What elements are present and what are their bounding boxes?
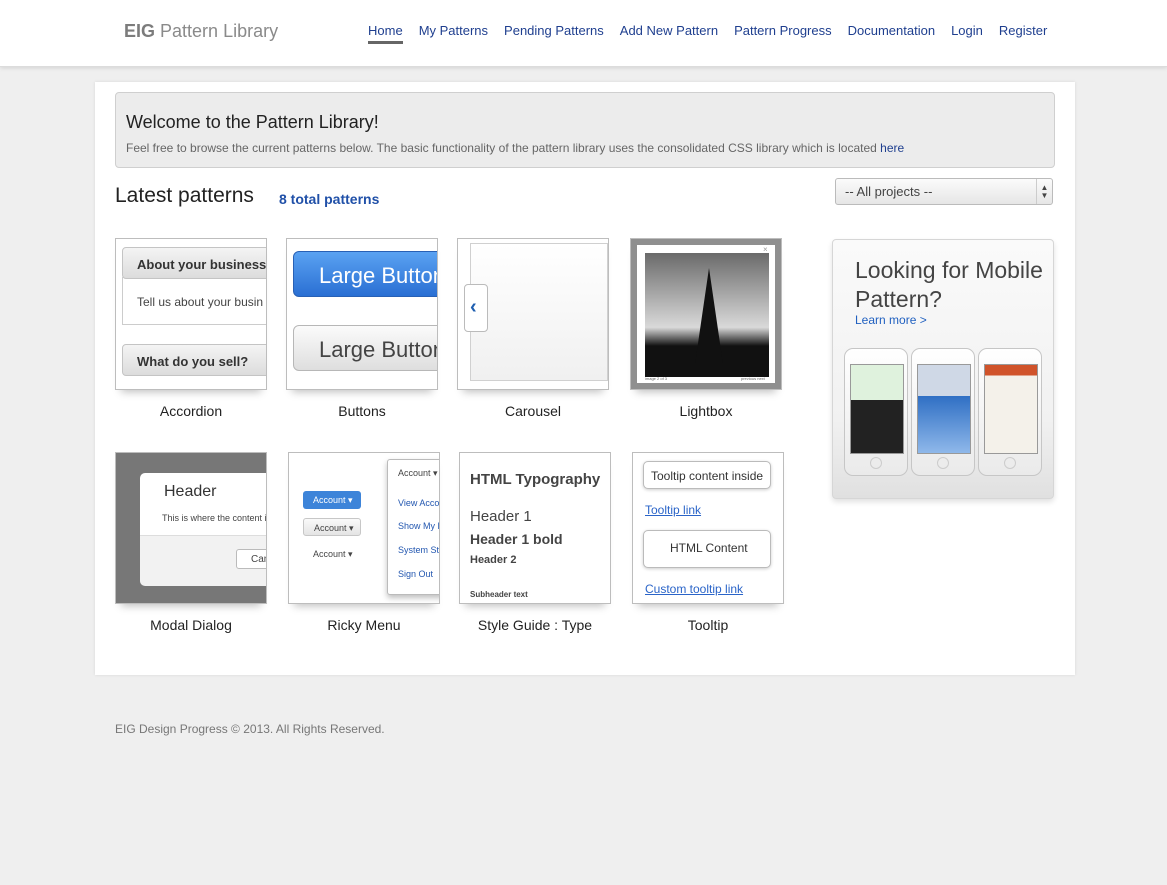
lightbox-pager: previous next (741, 376, 765, 381)
nav-home[interactable]: Home (368, 23, 403, 44)
welcome-box: Welcome to the Pattern Library! Feel fre… (115, 92, 1055, 168)
chevron-left-icon: ‹ (464, 284, 488, 332)
phone-screen (984, 364, 1038, 454)
promo-title: Looking for Mobile Pattern? (855, 257, 1043, 312)
css-library-link[interactable]: here (880, 141, 904, 155)
nav-login[interactable]: Login (951, 23, 983, 44)
type-h1-bold: Header 1 bold (470, 531, 563, 547)
pattern-tile-tooltip[interactable]: Tooltip content inside Tooltip link HTML… (632, 452, 784, 633)
home-button-icon (1004, 457, 1016, 469)
menu-item: Sign Out (398, 569, 434, 579)
project-select[interactable]: -- All projects -- ▲ ▼ (835, 178, 1053, 205)
nav-register[interactable]: Register (999, 23, 1047, 44)
home-button-icon (937, 457, 949, 469)
type-h1: Header 1 (470, 508, 532, 525)
footer-copyright: EIG Design Progress © 2013. All Rights R… (115, 722, 385, 736)
lightbox-window: × image 2 of 3 previous next (637, 245, 775, 383)
large-button-secondary: Large Button (293, 325, 437, 371)
type-h2: Header 2 (470, 554, 517, 566)
accordion-bar: About your business (122, 247, 266, 279)
pattern-label[interactable]: Tooltip (632, 617, 784, 633)
pattern-count[interactable]: 8 total patterns (279, 191, 379, 207)
nav-pattern-progress[interactable]: Pattern Progress (734, 23, 832, 44)
pattern-tile-carousel[interactable]: ‹ Carousel (457, 238, 609, 419)
learn-more-link[interactable]: Learn more > (855, 313, 927, 327)
phone-image (911, 348, 975, 476)
brand-bold: EIG (124, 21, 156, 41)
carousel-thumbnail[interactable]: ‹ (457, 238, 609, 390)
dropdown-menu: Account ▾ View Accou Show My P System St… (387, 459, 440, 595)
phone-screen (850, 364, 904, 454)
typography-thumbnail[interactable]: HTML Typography Header 1 Header 1 bold H… (459, 452, 611, 604)
buttons-thumbnail[interactable]: Large Button Large Button (286, 238, 438, 390)
pattern-tile-ricky-menu[interactable]: Account ▾ Account ▾ Account ▾ Account ▾ … (288, 452, 440, 633)
tooltip-box-html: HTML Content (643, 530, 771, 568)
close-icon: × (763, 245, 768, 254)
tooltip-link: Tooltip link (645, 503, 702, 517)
pattern-tile-accordion[interactable]: About your business Tell us about your b… (115, 238, 267, 419)
top-bar: EIG Pattern Library Home My Patterns Pen… (0, 0, 1167, 67)
pattern-label[interactable]: Ricky Menu (288, 617, 440, 633)
main-panel: Welcome to the Pattern Library! Feel fre… (95, 82, 1075, 675)
menu-item: View Accou (398, 498, 440, 508)
nav-add-new-pattern[interactable]: Add New Pattern (620, 23, 718, 44)
latest-patterns-heading: Latest patterns (115, 184, 254, 207)
accordion-bar: What do you sell? (122, 344, 266, 376)
type-subheader: Subheader text (470, 590, 528, 599)
nav-documentation[interactable]: Documentation (848, 23, 935, 44)
phone-image (978, 348, 1042, 476)
accordion-body: Tell us about your busin (122, 277, 266, 325)
accordion-thumbnail[interactable]: About your business Tell us about your b… (115, 238, 267, 390)
lightbox-thumbnail[interactable]: × image 2 of 3 previous next (630, 238, 782, 390)
dropdown-header: Account ▾ (398, 468, 438, 478)
main-nav: Home My Patterns Pending Patterns Add Ne… (368, 23, 1063, 44)
project-select-value: -- All projects -- (845, 184, 933, 199)
menu-item: Show My P (398, 521, 440, 531)
pattern-label[interactable]: Modal Dialog (115, 617, 267, 633)
modal-window: Header This is where the content i Can (140, 473, 267, 586)
custom-tooltip-link: Custom tooltip link (645, 582, 744, 596)
eiffel-tower-icon (695, 268, 723, 364)
welcome-text-body: Feel free to browse the current patterns… (126, 141, 881, 155)
nav-my-patterns[interactable]: My Patterns (419, 23, 488, 44)
account-button-primary: Account ▾ (303, 491, 361, 509)
lightbox-caption: image 2 of 3 (645, 376, 668, 381)
eiffel-tower-photo (645, 253, 769, 377)
welcome-text: Feel free to browse the current patterns… (126, 141, 904, 155)
phone-screen (917, 364, 971, 454)
tooltip-thumbnail[interactable]: Tooltip content inside Tooltip link HTML… (632, 452, 784, 604)
carousel-slide (470, 243, 608, 381)
pattern-tile-lightbox[interactable]: × image 2 of 3 previous next Lightbox (630, 238, 782, 419)
welcome-title: Welcome to the Pattern Library! (126, 112, 379, 132)
modal-thumbnail[interactable]: Header This is where the content i Can (115, 452, 267, 604)
account-button-default: Account ▾ (303, 518, 361, 536)
pattern-tile-buttons[interactable]: Large Button Large Button Buttons (286, 238, 438, 419)
ricky-menu-thumbnail[interactable]: Account ▾ Account ▾ Account ▾ Account ▾ … (288, 452, 440, 604)
pattern-tile-style-guide-type[interactable]: HTML Typography Header 1 Header 1 bold H… (459, 452, 611, 633)
pattern-label[interactable]: Carousel (457, 403, 609, 419)
modal-cancel-button: Can (236, 549, 266, 569)
tooltip-box: Tooltip content inside (643, 461, 771, 489)
mobile-pattern-promo[interactable]: Looking for Mobile Pattern? Learn more > (832, 239, 1054, 499)
account-button-plain: Account ▾ (313, 549, 353, 559)
pattern-label[interactable]: Lightbox (630, 403, 782, 419)
phone-image (844, 348, 908, 476)
menu-item: System Sta (398, 545, 440, 555)
pattern-label[interactable]: Buttons (286, 403, 438, 419)
pattern-label[interactable]: Accordion (115, 403, 267, 419)
pattern-label[interactable]: Style Guide : Type (459, 617, 611, 633)
pattern-tile-modal-dialog[interactable]: Header This is where the content i Can M… (115, 452, 267, 633)
type-title: HTML Typography (470, 471, 601, 488)
large-button-primary: Large Button (293, 251, 437, 297)
home-button-icon (870, 457, 882, 469)
modal-text: This is where the content i (162, 513, 267, 523)
nav-pending-patterns[interactable]: Pending Patterns (504, 23, 604, 44)
modal-header: Header (164, 483, 217, 500)
select-arrows-icon: ▲ ▼ (1036, 179, 1052, 204)
brand-text: Pattern Library (160, 21, 279, 41)
brand-logo[interactable]: EIG Pattern Library (124, 21, 278, 42)
